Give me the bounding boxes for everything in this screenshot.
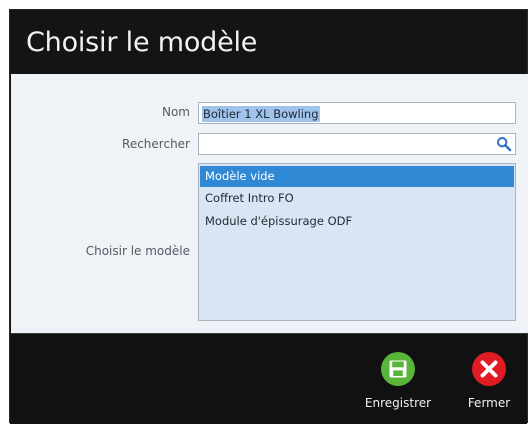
- dialog-titlebar: Choisir le modèle: [10, 10, 527, 74]
- dialog-footer: [10, 334, 527, 424]
- search-input[interactable]: [202, 136, 487, 152]
- list-item-coffret-intro-fo[interactable]: Coffret Intro FO: [200, 188, 514, 209]
- save-label[interactable]: Enregistrer: [363, 396, 433, 410]
- dialog-title: Choisir le modèle: [26, 27, 258, 58]
- save-button[interactable]: Enregistrer: [363, 351, 433, 411]
- search-label: Rechercher: [122, 137, 190, 151]
- template-dialog: Choisir le modèle Nom Boîtier 1 XL Bowli…: [9, 9, 528, 424]
- close-label[interactable]: Fermer: [454, 396, 524, 410]
- template-list[interactable]: Modèle vide Coffret Intro FO Module d'ép…: [198, 163, 516, 321]
- name-field-value[interactable]: Boîtier 1 XL Bowling: [202, 106, 320, 122]
- template-label: Choisir le modèle: [85, 244, 190, 258]
- floppy-disk-icon[interactable]: [380, 351, 416, 387]
- list-item-module-epissurage-odf[interactable]: Module d'épissurage ODF: [200, 211, 514, 232]
- close-button[interactable]: Fermer: [454, 351, 524, 411]
- list-item-modele-vide[interactable]: Modèle vide: [200, 166, 514, 187]
- name-field[interactable]: Boîtier 1 XL Bowling: [198, 102, 516, 124]
- search-icon[interactable]: [496, 136, 512, 152]
- close-icon[interactable]: [471, 351, 507, 387]
- name-label: Nom: [161, 105, 190, 119]
- form-panel: Nom Boîtier 1 XL Bowling Rechercher Choi…: [11, 74, 528, 333]
- screenshot-frame: Choisir le modèle Nom Boîtier 1 XL Bowli…: [0, 0, 529, 424]
- search-field[interactable]: [198, 133, 516, 155]
